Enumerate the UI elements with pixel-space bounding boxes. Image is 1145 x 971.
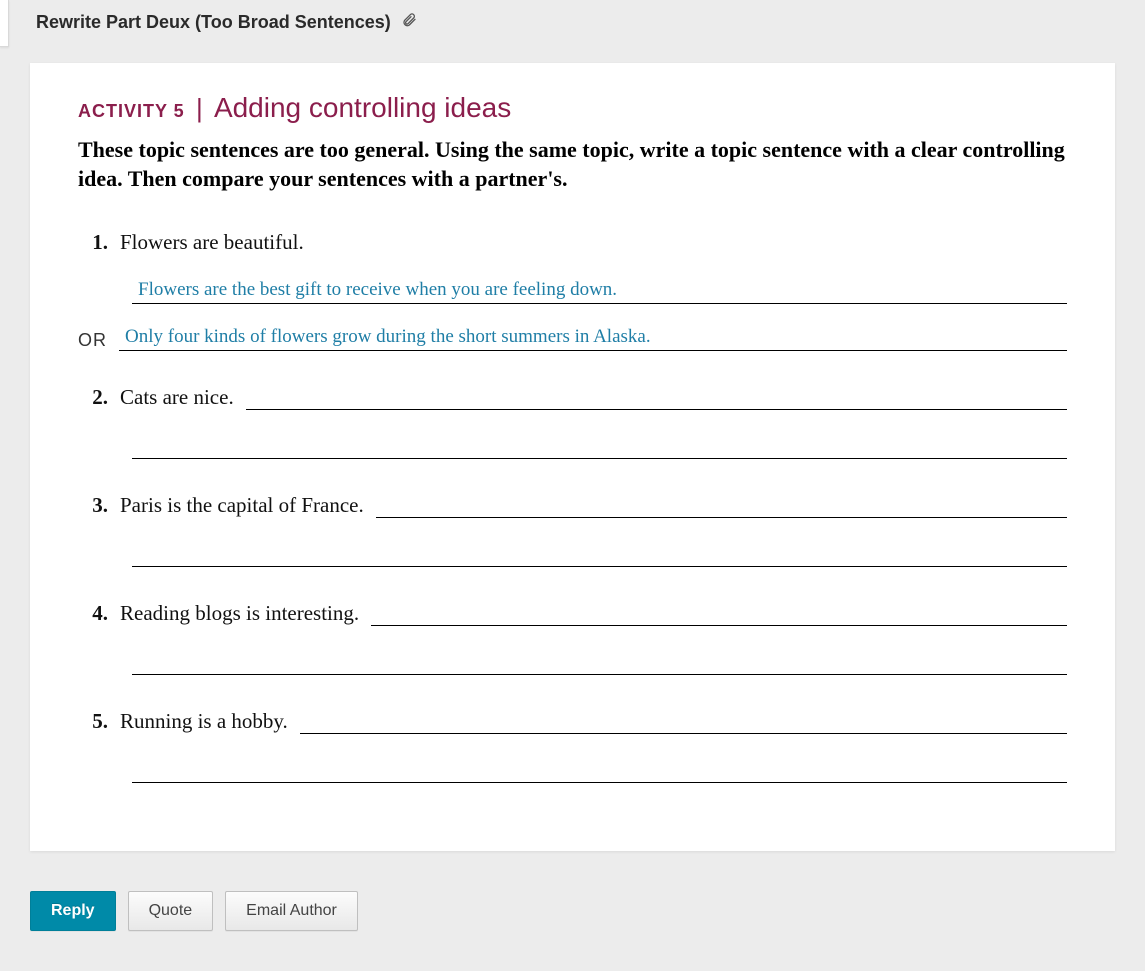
edge-tab (0, 0, 9, 47)
answer-line[interactable] (371, 601, 1067, 626)
action-bar: Reply Quote Email Author (30, 891, 1145, 931)
answer-line[interactable] (132, 650, 1067, 675)
thread-title-row: Rewrite Part Deux (Too Broad Sentences) (0, 0, 1145, 41)
activity-label: ACTIVITY 5 (78, 101, 185, 121)
item-number: 4. (86, 601, 108, 626)
item-prompt: Cats are nice. (120, 385, 234, 410)
reply-button[interactable]: Reply (30, 891, 116, 931)
item-prompt: Flowers are beautiful. (120, 230, 304, 255)
answer-line[interactable]: Flowers are the best gift to receive whe… (132, 279, 1067, 304)
worksheet-card: ACTIVITY 5 | Adding controlling ideas Th… (30, 63, 1115, 851)
items-list: 1. Flowers are beautiful. Flowers are th… (78, 230, 1067, 783)
answer-line[interactable]: Only four kinds of flowers grow during t… (119, 326, 1067, 351)
answer-line[interactable] (246, 385, 1067, 410)
item-number: 2. (86, 385, 108, 410)
answer-line[interactable] (376, 493, 1067, 518)
email-author-button[interactable]: Email Author (225, 891, 358, 931)
answer-line[interactable] (132, 758, 1067, 783)
attachment-icon[interactable] (401, 12, 417, 33)
answer-line[interactable] (132, 542, 1067, 567)
item-prompt: Paris is the capital of France. (120, 493, 364, 518)
item-first-line: 5. Running is a hobby. (86, 709, 1067, 734)
item-number: 3. (86, 493, 108, 518)
answer-line[interactable] (300, 709, 1067, 734)
answer-line[interactable] (132, 434, 1067, 459)
activity-header: ACTIVITY 5 | Adding controlling ideas (78, 91, 1067, 125)
activity-subtitle: Adding controlling ideas (214, 92, 511, 123)
quote-button[interactable]: Quote (128, 891, 214, 931)
or-row: OR Only four kinds of flowers grow durin… (78, 326, 1067, 351)
item-first-line: 3. Paris is the capital of France. (86, 493, 1067, 518)
activity-instructions: These topic sentences are too general. U… (78, 135, 1067, 194)
list-item: 3. Paris is the capital of France. (78, 493, 1067, 567)
or-label: OR (78, 330, 107, 351)
list-item: 2. Cats are nice. (78, 385, 1067, 459)
item-number: 1. (86, 230, 108, 255)
item-first-line: 4. Reading blogs is interesting. (86, 601, 1067, 626)
list-item: 1. Flowers are beautiful. Flowers are th… (78, 230, 1067, 351)
activity-pipe: | (192, 93, 207, 123)
list-item: 4. Reading blogs is interesting. (78, 601, 1067, 675)
item-first-line: 1. Flowers are beautiful. (86, 230, 1067, 255)
list-item: 5. Running is a hobby. (78, 709, 1067, 783)
item-prompt: Reading blogs is interesting. (120, 601, 359, 626)
page-root: Rewrite Part Deux (Too Broad Sentences) … (0, 0, 1145, 971)
item-first-line: 2. Cats are nice. (86, 385, 1067, 410)
item-number: 5. (86, 709, 108, 734)
item-prompt: Running is a hobby. (120, 709, 288, 734)
thread-title: Rewrite Part Deux (Too Broad Sentences) (36, 12, 391, 33)
